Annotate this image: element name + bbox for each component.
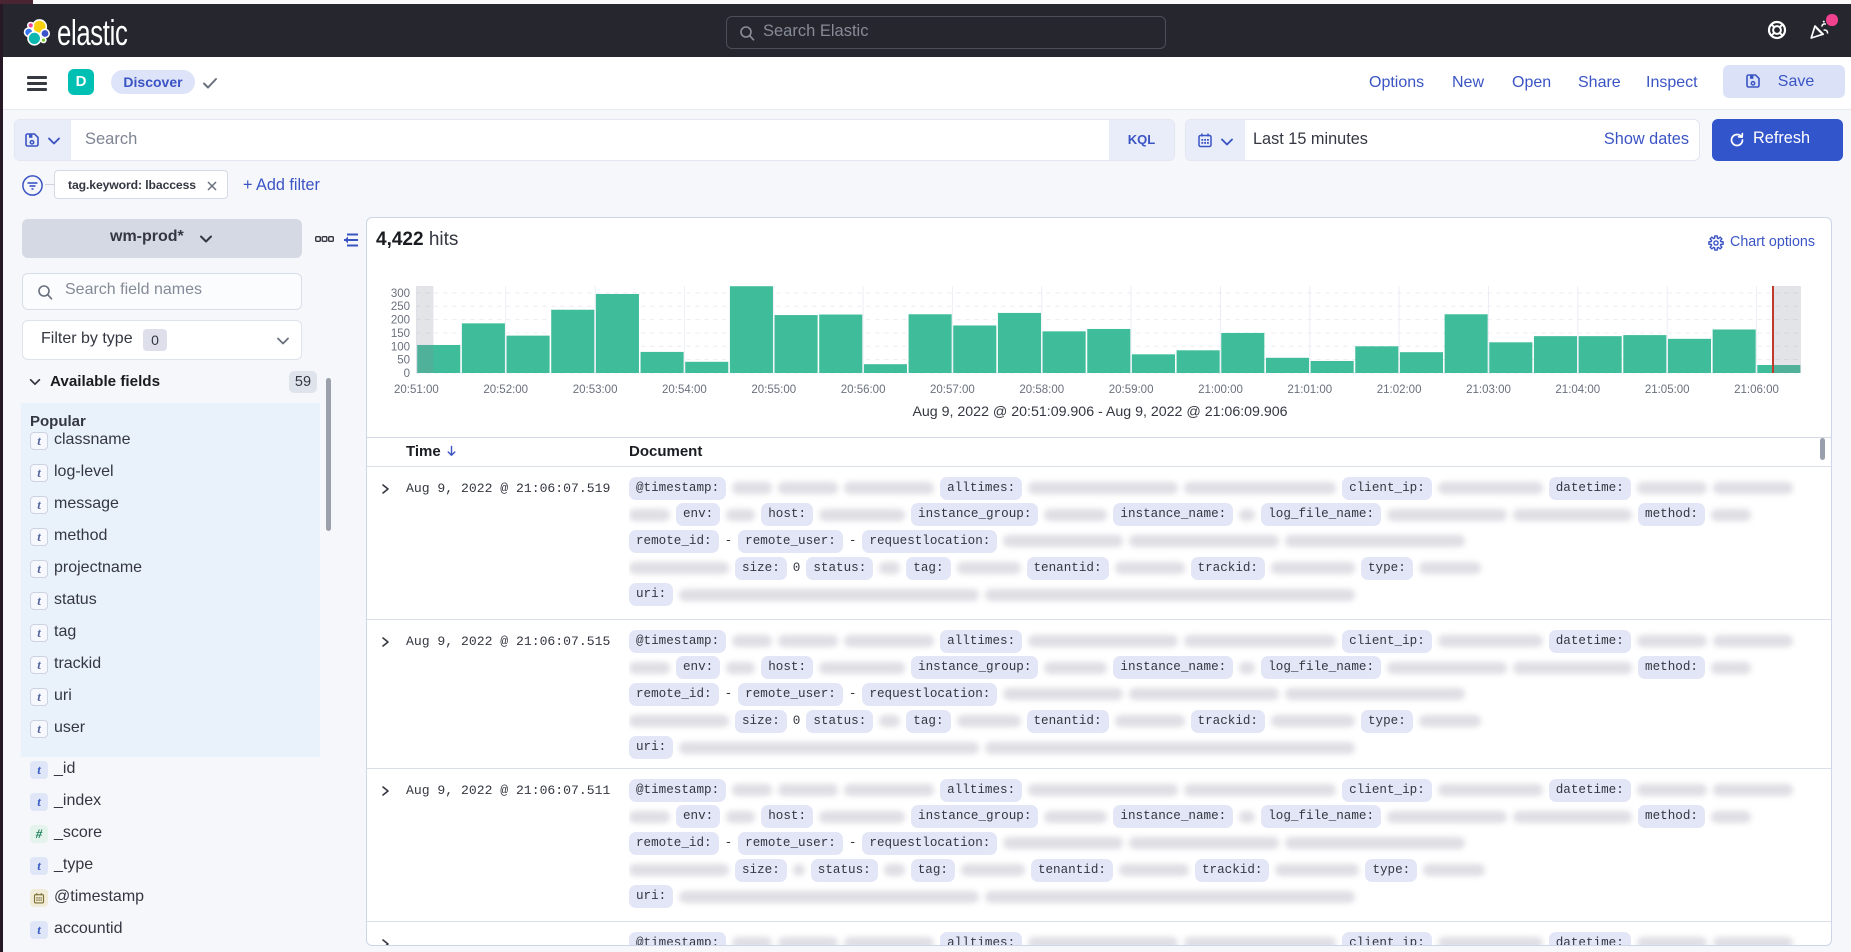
svg-text:20:56:00: 20:56:00 (841, 384, 886, 396)
svg-text:20:55:00: 20:55:00 (751, 384, 796, 396)
svg-text:21:03:00: 21:03:00 (1466, 384, 1511, 396)
svg-text:20:51:00: 20:51:00 (394, 384, 439, 396)
svg-text:21:04:00: 21:04:00 (1555, 384, 1600, 396)
svg-text:150: 150 (391, 328, 410, 340)
svg-text:21:05:00: 21:05:00 (1645, 384, 1690, 396)
svg-text:20:58:00: 20:58:00 (1019, 384, 1064, 396)
svg-text:250: 250 (391, 301, 410, 313)
svg-text:21:00:00: 21:00:00 (1198, 384, 1243, 396)
svg-text:21:01:00: 21:01:00 (1287, 384, 1332, 396)
svg-text:20:54:00: 20:54:00 (662, 384, 707, 396)
svg-text:200: 200 (391, 315, 410, 327)
svg-text:0: 0 (404, 368, 410, 380)
svg-text:100: 100 (391, 341, 410, 353)
svg-text:21:06:00: 21:06:00 (1734, 384, 1779, 396)
svg-text:50: 50 (397, 355, 410, 367)
svg-text:21:02:00: 21:02:00 (1377, 384, 1422, 396)
svg-text:20:53:00: 20:53:00 (573, 384, 618, 396)
svg-text:20:52:00: 20:52:00 (483, 384, 528, 396)
svg-text:300: 300 (391, 288, 410, 300)
svg-text:20:57:00: 20:57:00 (930, 384, 975, 396)
svg-text:20:59:00: 20:59:00 (1109, 384, 1154, 396)
